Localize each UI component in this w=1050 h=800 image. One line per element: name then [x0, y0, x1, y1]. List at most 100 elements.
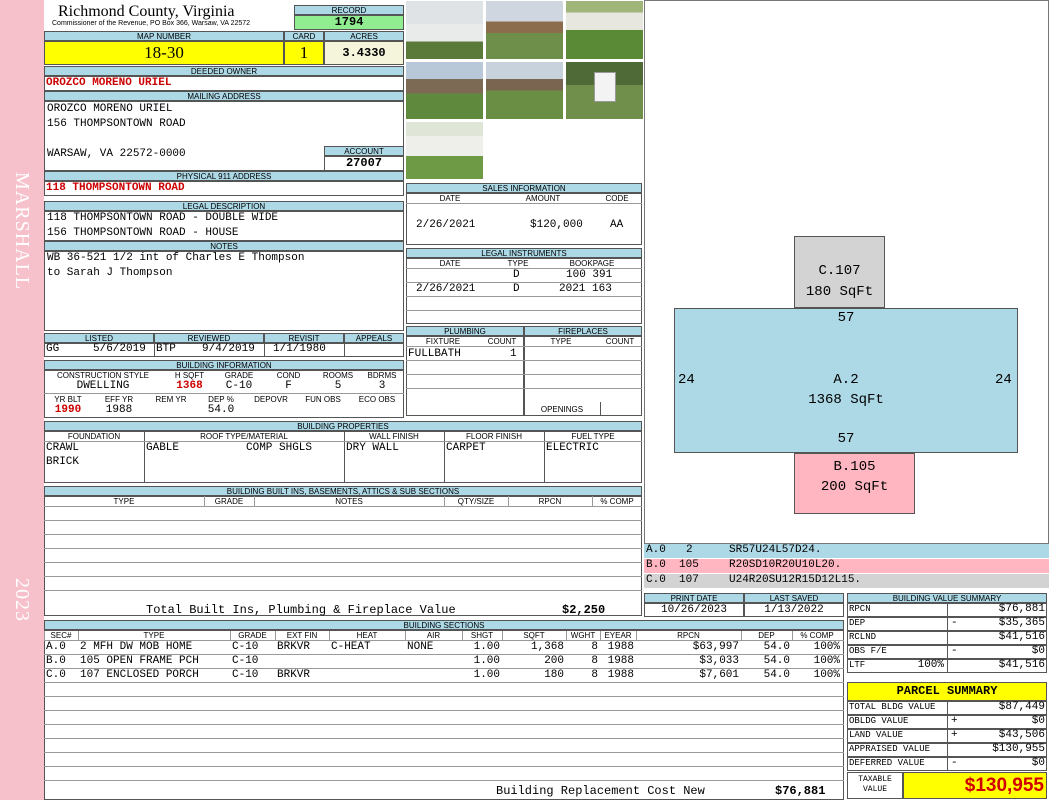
plumb-h-count: COUNT — [487, 337, 517, 346]
section-cell-extfin: BRKVR — [277, 669, 311, 681]
deeded-owner: OROZCO MORENO URIEL — [46, 77, 172, 89]
value-summary-value: $41,516 — [998, 631, 1045, 643]
builtins-col-line — [592, 496, 593, 506]
parcel-sign: - — [951, 757, 958, 769]
value-summary-header: BUILDING VALUE SUMMARY — [847, 593, 1047, 603]
construction-style: DWELLING — [76, 380, 130, 392]
section-cell-rpcn: $63,997 — [692, 641, 739, 653]
sections-col-line — [230, 631, 231, 640]
prop-h-floor: FLOOR FINISH — [465, 432, 522, 441]
section-cell-type: 105 OPEN FRAME PCH — [80, 655, 199, 667]
sections-col-header-extfin: EXT FIN — [286, 631, 318, 640]
sections-col-line — [329, 631, 330, 640]
section-cell-wght: 8 — [591, 641, 598, 653]
section-cell-grade: C-10 — [232, 641, 259, 653]
prop-h-fuel: FUEL TYPE — [571, 432, 615, 441]
sketch-line-path: R20SD10R20U10L20. — [729, 559, 842, 571]
house-photo-4 — [405, 61, 484, 120]
section-cell-dep: 54.0 — [763, 641, 790, 653]
record-header: RECORD — [294, 5, 404, 15]
h-yrblt: YR BLT — [54, 395, 82, 404]
house-photo-1 — [405, 0, 484, 60]
h-remyr: REM YR — [155, 395, 187, 404]
dep-percent: 54.0 — [207, 404, 235, 416]
sketch-line-path: SR57U24L57D24. — [729, 544, 822, 556]
house-photo-3 — [565, 0, 644, 60]
sections-col-line — [462, 631, 463, 640]
parcel-value: $0 — [1031, 715, 1045, 727]
prop-h-roof: ROOF TYPE/MATERIAL — [200, 432, 288, 441]
legal-line1: 118 THOMPSONTOWN ROAD - DOUBLE WIDE — [47, 212, 279, 224]
inst-row2-type: D — [513, 283, 520, 295]
cond: F — [285, 380, 292, 392]
sections-row-line — [44, 766, 844, 767]
sections-col-line — [566, 631, 567, 640]
fire-openings: OPENINGS — [540, 405, 584, 414]
builtins-row-line — [44, 590, 642, 591]
sketch-line-path: U24R20SU12R15D12L15. — [729, 574, 862, 586]
section-cell-sqft: 200 — [544, 655, 564, 667]
value-summary-pct: 100% — [917, 659, 944, 671]
roof-material: COMP SHGLS — [246, 442, 313, 454]
value-summary-divider — [947, 659, 948, 673]
mailing-header: MAILING ADDRESS — [44, 91, 404, 101]
sketch-b-name: B.105 — [833, 459, 876, 475]
builtins-row-line — [44, 520, 642, 521]
h-dep: DEP % — [208, 395, 234, 404]
effective-year: 1988 — [105, 404, 133, 416]
sections-col-line — [636, 631, 637, 640]
h-ecoobs: ECO OBS — [358, 395, 396, 404]
print-date-header: PRINT DATE — [644, 593, 744, 603]
parcel-divider — [947, 743, 948, 757]
building-info-header: BUILDING INFORMATION — [44, 360, 404, 370]
builtins-col-line — [508, 496, 509, 506]
sections-row-line — [44, 738, 844, 739]
taxable-label-2: VALUE — [862, 785, 887, 794]
card-value: 1 — [284, 41, 324, 65]
section-cell-sec: A.0 — [46, 641, 66, 653]
record-value: 1794 — [294, 15, 404, 30]
value-summary-divider — [947, 645, 948, 659]
parcel-divider — [947, 715, 948, 729]
h-hsqft: H SQFT — [174, 371, 205, 380]
sale-amount: $120,000 — [530, 219, 583, 231]
bi-h-grade: GRADE — [214, 497, 244, 506]
sections-col-header-grade: GRADE — [238, 631, 267, 640]
section-cell-wght: 8 — [591, 655, 598, 667]
value-summary-label: RCLND — [849, 632, 877, 642]
sections-row-line — [44, 780, 844, 781]
bdrms: 3 — [378, 380, 386, 392]
sketch-line-sec: A.0 — [646, 544, 666, 556]
roof-type: GABLE — [146, 442, 180, 454]
last-saved: 1/13/2022 — [744, 603, 844, 617]
parcel-label: OBLDG VALUE — [849, 716, 909, 726]
inst-divider — [406, 296, 642, 297]
county-title: Richmond County, Virginia — [58, 3, 235, 20]
h-rooms: ROOMS — [322, 371, 354, 380]
last-saved-header: LAST SAVED — [744, 593, 844, 603]
parcel-sign: + — [951, 729, 958, 741]
bi-h-type: TYPE — [113, 497, 135, 506]
section-cell-grade: C-10 — [232, 655, 259, 667]
parcel-label: APPRAISED VALUE — [849, 744, 931, 754]
sketch-line-code: 105 — [679, 559, 699, 571]
sections-col-line — [600, 631, 601, 640]
account-value: 27007 — [324, 156, 404, 171]
h-cond: COND — [276, 371, 301, 380]
listed-date: 5/6/2019 — [93, 343, 146, 355]
grade: C-10 — [225, 380, 253, 392]
parcel-value: $0 — [1031, 757, 1045, 769]
inst-row1-book: 100 391 — [566, 269, 613, 281]
replacement-value: $76,881 — [775, 784, 826, 798]
sections-col-header-comp: % COMP — [800, 631, 834, 640]
value-summary-divider — [947, 617, 948, 631]
sale-code: AA — [610, 219, 624, 231]
bi-h-rpcn: RPCN — [538, 497, 562, 506]
sections-col-header-heat: HEAT — [356, 631, 378, 640]
h-funobs: FUN OBS — [305, 395, 341, 404]
acres-value: 3.4330 — [324, 41, 404, 65]
section-cell-comp: 100% — [813, 669, 840, 681]
section-cell-shgt: 1.00 — [473, 669, 500, 681]
year-built: 1990 — [54, 404, 82, 416]
sections-col-header-dep: DEP — [758, 631, 775, 640]
